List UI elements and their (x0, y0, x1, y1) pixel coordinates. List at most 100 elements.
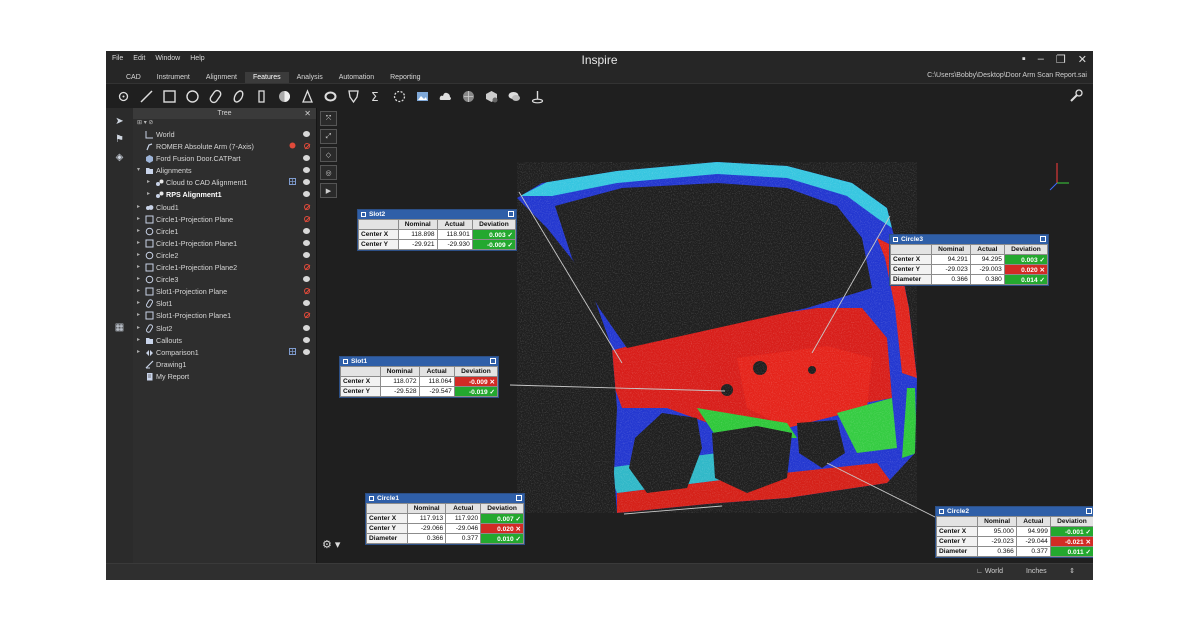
tree-item[interactable]: ▸ Slot1-Projection Plane (133, 286, 316, 298)
tab-features[interactable]: Features (245, 72, 289, 83)
ellipse-icon[interactable] (229, 87, 248, 105)
tree-item[interactable]: ▸ Circle3 (133, 274, 316, 286)
expand-arrow-icon[interactable]: ▾ (137, 166, 140, 173)
zoom-extents-icon[interactable]: ⤢ (320, 129, 337, 144)
units-selector[interactable]: Inches (1026, 568, 1047, 575)
expand-arrow-icon[interactable]: ▸ (137, 263, 140, 270)
minimize-callout-icon[interactable] (490, 358, 496, 364)
probe-settings-icon[interactable] (1069, 89, 1083, 108)
tree-item[interactable]: ▸ Comparison1 (133, 347, 316, 359)
units-dropdown-icon[interactable]: ⇕ (1069, 567, 1075, 575)
expand-arrow-icon[interactable]: ▸ (137, 311, 140, 318)
3d-viewport[interactable]: ⤧ ⤢ ◇ ◎ ▶ ⚙ ▾ Slot2 Nominal Actual Deviatio… (317, 108, 1093, 563)
hidden-visibility-icon[interactable] (304, 203, 310, 210)
minimize-callout-icon[interactable] (508, 211, 514, 217)
callout-slot2[interactable]: Slot2 Nominal Actual Deviation Center X 118.8… (357, 209, 517, 251)
hidden-visibility-icon[interactable] (304, 288, 310, 295)
expand-arrow-icon[interactable]: ▸ (137, 348, 140, 355)
circle-icon[interactable] (183, 87, 202, 105)
expand-arrow-icon[interactable]: ▸ (137, 287, 140, 294)
mesh-icon[interactable] (459, 87, 478, 105)
report-panel-icon[interactable]: ▦ (112, 320, 127, 334)
close-button[interactable]: ✕ (1078, 53, 1087, 66)
visibility-eye-icon[interactable] (303, 191, 310, 198)
minimize-callout-icon[interactable] (1086, 508, 1092, 514)
minimize-callout-icon[interactable] (516, 495, 522, 501)
sum-icon[interactable]: Σ (367, 87, 386, 105)
select-cursor-icon[interactable]: ➤ (112, 114, 127, 128)
hidden-visibility-icon[interactable] (304, 312, 310, 319)
hidden-visibility-icon[interactable] (304, 143, 310, 150)
callout-circle3[interactable]: Circle3 Nominal Actual Deviation Center X 94.… (889, 234, 1049, 286)
view-settings-gear-icon[interactable]: ⚙ ▾ (322, 538, 340, 551)
callout-circle1[interactable]: Circle1 Nominal Actual Deviation Center X 117… (365, 493, 525, 545)
callout-circle2[interactable]: Circle2 Nominal Actual Deviation Center X 95.… (935, 506, 1093, 558)
visibility-eye-icon[interactable] (303, 155, 310, 162)
measure-icon[interactable]: ⚑ (112, 132, 127, 146)
expand-arrow-icon[interactable]: ▸ (137, 251, 140, 258)
minimize-button[interactable]: – (1038, 53, 1044, 66)
expand-arrow-icon[interactable]: ▸ (137, 215, 140, 222)
visibility-eye-icon[interactable] (303, 239, 310, 246)
expand-arrow-icon[interactable]: ▸ (137, 227, 140, 234)
expand-arrow-icon[interactable]: ▸ (147, 178, 150, 185)
expand-arrow-icon[interactable]: ▸ (137, 203, 140, 210)
visibility-eye-icon[interactable] (303, 300, 310, 307)
tree-item[interactable]: ▸ Circle2 (133, 250, 316, 262)
tab-cad[interactable]: CAD (118, 72, 149, 83)
tab-analysis[interactable]: Analysis (289, 72, 331, 83)
tree-item[interactable]: ▸ Cloud1 (133, 202, 316, 214)
image-icon[interactable] (413, 87, 432, 105)
tree-item[interactable]: Ford Fusion Door.CATPart (133, 153, 316, 165)
expand-arrow-icon[interactable]: ▸ (147, 190, 150, 197)
layers-icon[interactable]: ◈ (112, 150, 127, 164)
expand-arrow-icon[interactable]: ▸ (137, 324, 140, 331)
tree-item[interactable]: ▸ Circle1-Projection Plane1 (133, 238, 316, 250)
save-icon[interactable]: ▪ (1022, 53, 1026, 66)
close-icon[interactable]: ✕ (304, 108, 311, 119)
tree-item[interactable]: ▸ Callouts (133, 335, 316, 347)
coordinate-system-selector[interactable]: ∟ World (976, 568, 1003, 575)
tree-item[interactable]: ▸ RPS Alignment1 (133, 189, 316, 201)
visibility-eye-icon[interactable] (303, 179, 310, 186)
auto-feature-icon[interactable] (390, 87, 409, 105)
hidden-visibility-icon[interactable] (304, 215, 310, 222)
visibility-eye-icon[interactable] (303, 348, 310, 355)
tree-item[interactable]: ▸ Slot2 (133, 323, 316, 335)
expand-arrow-icon[interactable]: ▸ (137, 336, 140, 343)
tree-item[interactable]: World (133, 129, 316, 141)
camera-icon[interactable]: ▶ (320, 183, 337, 198)
tree-item[interactable]: My Report (133, 371, 316, 383)
fit-view-icon[interactable]: ⤧ (320, 111, 337, 126)
view-cube-icon[interactable]: ◇ (320, 147, 337, 162)
line-icon[interactable] (137, 87, 156, 105)
tree-item[interactable]: ROMER Absolute Arm (7-Axis) (133, 141, 316, 153)
tree-item[interactable]: ▸ Slot1 (133, 298, 316, 310)
tree-item[interactable]: ▸ Circle1-Projection Plane (133, 214, 316, 226)
comment-icon[interactable] (505, 87, 524, 105)
probe-icon[interactable] (528, 87, 547, 105)
rectangle-slot-icon[interactable] (252, 87, 271, 105)
cone-icon[interactable] (298, 87, 317, 105)
tree-item[interactable]: ▾ Alignments (133, 165, 316, 177)
tab-automation[interactable]: Automation (331, 72, 382, 83)
tree-item[interactable]: ▸ Cloud to CAD Alignment1 (133, 177, 316, 189)
tree-item[interactable]: ▸ Circle1-Projection Plane2 (133, 262, 316, 274)
tree-item[interactable]: Drawing1 (133, 359, 316, 371)
display-mode-icon[interactable]: ◎ (320, 165, 337, 180)
plane-icon[interactable] (160, 87, 179, 105)
sphere-icon[interactable] (275, 87, 294, 105)
tab-alignment[interactable]: Alignment (198, 72, 245, 83)
cylinder-icon[interactable] (321, 87, 340, 105)
slot-icon[interactable] (206, 87, 225, 105)
tab-reporting[interactable]: Reporting (382, 72, 428, 83)
tree-filter-toolbar[interactable]: ⊞ ▾ ⊘ (133, 119, 316, 128)
minimize-callout-icon[interactable] (1040, 236, 1046, 242)
visibility-eye-icon[interactable] (303, 167, 310, 174)
expand-arrow-icon[interactable]: ▸ (137, 275, 140, 282)
callout-slot1[interactable]: Slot1 Nominal Actual Deviation Center X 118.0… (339, 356, 499, 398)
tab-instrument[interactable]: Instrument (149, 72, 198, 83)
tree-item[interactable]: ▸ Slot1-Projection Plane1 (133, 310, 316, 322)
visibility-eye-icon[interactable] (303, 251, 310, 258)
point-icon[interactable] (114, 87, 133, 105)
